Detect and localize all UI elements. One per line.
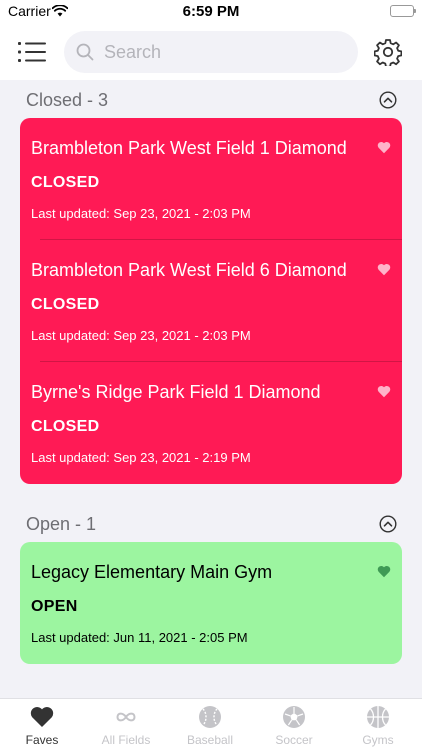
- status-time: 6:59 PM: [182, 3, 240, 20]
- baseball-icon: [197, 704, 223, 730]
- field-status: CLOSED: [31, 418, 100, 435]
- heart-icon[interactable]: [377, 385, 391, 403]
- tab-baseball[interactable]: Baseball: [168, 699, 252, 750]
- list-item[interactable]: Brambleton Park West Field 6 Diamond CLO…: [20, 240, 402, 362]
- list-item[interactable]: Legacy Elementary Main Gym OPEN Last upd…: [20, 542, 402, 664]
- collapse-closed-icon[interactable]: [379, 91, 397, 114]
- basketball-icon: [365, 704, 391, 730]
- infinity-icon: [113, 704, 139, 730]
- heart-icon[interactable]: [377, 141, 391, 159]
- list-menu-icon[interactable]: [18, 40, 48, 64]
- soccer-ball-icon: [281, 704, 307, 730]
- tab-label: Faves: [25, 733, 59, 747]
- field-status: CLOSED: [31, 174, 100, 191]
- field-status: OPEN: [31, 598, 78, 615]
- list-item[interactable]: Byrne's Ridge Park Field 1 Diamond CLOSE…: [20, 362, 402, 484]
- open-card: Legacy Elementary Main Gym OPEN Last upd…: [20, 542, 402, 664]
- section-title-open: Open - 1: [26, 514, 97, 534]
- list-item[interactable]: Brambleton Park West Field 1 Diamond CLO…: [20, 118, 402, 240]
- search-input[interactable]: [104, 39, 344, 65]
- last-updated: Last updated: Sep 23, 2021 - 2:03 PM: [31, 328, 251, 343]
- tab-all-fields[interactable]: All Fields: [84, 699, 168, 750]
- tab-label: Gyms: [362, 733, 394, 747]
- tab-soccer[interactable]: Soccer: [252, 699, 336, 750]
- field-name: Brambleton Park West Field 1 Diamond: [31, 138, 347, 158]
- tab-label: All Fields: [101, 733, 151, 747]
- field-name: Legacy Elementary Main Gym: [31, 562, 273, 582]
- tab-faves[interactable]: Faves: [0, 699, 84, 750]
- field-status: CLOSED: [31, 296, 100, 313]
- last-updated: Last updated: Sep 23, 2021 - 2:03 PM: [31, 206, 251, 221]
- last-updated: Last updated: Sep 23, 2021 - 2:19 PM: [31, 450, 251, 465]
- heart-icon: [29, 704, 55, 730]
- last-updated: Last updated: Jun 11, 2021 - 2:05 PM: [31, 630, 248, 645]
- battery-icon: [390, 5, 416, 17]
- field-name: Brambleton Park West Field 6 Diamond: [31, 260, 347, 280]
- content-area[interactable]: Closed - 3 Brambleton Park West Field 1 …: [0, 80, 422, 698]
- field-name: Byrne's Ridge Park Field 1 Diamond: [31, 382, 321, 402]
- tab-bar: Faves All Fields Baseball Soccer Gyms: [0, 698, 422, 750]
- tab-gyms[interactable]: Gyms: [336, 699, 420, 750]
- heart-icon[interactable]: [377, 565, 391, 583]
- status-bar: Carrier 6:59 PM: [0, 0, 422, 24]
- section-title-closed: Closed - 3: [26, 90, 109, 110]
- search-field[interactable]: [64, 31, 358, 73]
- nav-bar: [0, 24, 422, 80]
- heart-icon[interactable]: [377, 263, 391, 281]
- collapse-open-icon[interactable]: [379, 515, 397, 538]
- settings-gear-icon[interactable]: [373, 38, 403, 71]
- search-icon: [76, 43, 94, 66]
- closed-card: Brambleton Park West Field 1 Diamond CLO…: [20, 118, 402, 484]
- tab-label: Baseball: [186, 733, 234, 747]
- tab-label: Soccer: [275, 733, 313, 747]
